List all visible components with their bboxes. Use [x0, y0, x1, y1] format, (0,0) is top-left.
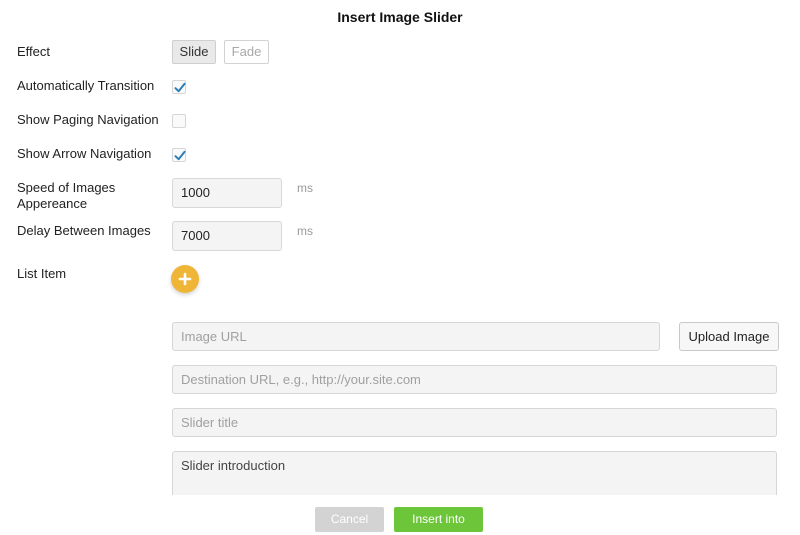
list-item-label: List Item: [17, 266, 67, 281]
speed-input[interactable]: 1000: [172, 178, 282, 208]
auto-transition-label: Automatically Transition: [17, 78, 155, 93]
auto-transition-checkbox[interactable]: [172, 80, 186, 94]
add-list-item-button[interactable]: [171, 265, 199, 293]
upload-image-button[interactable]: Upload Image: [679, 322, 779, 351]
dialog-title: Insert Image Slider: [337, 9, 463, 25]
checkmark-icon: [174, 150, 186, 161]
paging-nav-checkbox[interactable]: [172, 114, 186, 128]
delay-label: Delay Between Images: [17, 223, 151, 238]
image-url-input[interactable]: Image URL: [172, 322, 660, 351]
effect-slide-button[interactable]: Slide: [172, 40, 216, 64]
cancel-button[interactable]: Cancel: [315, 507, 384, 532]
paging-nav-label: Show Paging Navigation: [17, 112, 159, 127]
insert-into-button[interactable]: Insert into: [394, 507, 483, 532]
destination-url-input[interactable]: Destination URL, e.g., http://your.site.…: [172, 365, 777, 394]
speed-label-line1: Speed of Images: [17, 180, 116, 195]
arrow-nav-label: Show Arrow Navigation: [17, 146, 152, 161]
delay-unit: ms: [297, 224, 313, 238]
slider-title-input[interactable]: Slider title: [172, 408, 777, 437]
plus-icon: [178, 272, 192, 286]
speed-label-line2: Appereance: [17, 196, 88, 211]
effect-fade-button[interactable]: Fade: [224, 40, 269, 64]
slider-introduction-textarea[interactable]: Slider introduction: [172, 451, 777, 495]
checkmark-icon: [174, 82, 186, 93]
speed-unit: ms: [297, 181, 313, 195]
delay-input[interactable]: 7000: [172, 221, 282, 251]
effect-label: Effect: [17, 44, 51, 59]
speed-label: Speed of Images Appereance: [17, 180, 115, 212]
arrow-nav-checkbox[interactable]: [172, 148, 186, 162]
